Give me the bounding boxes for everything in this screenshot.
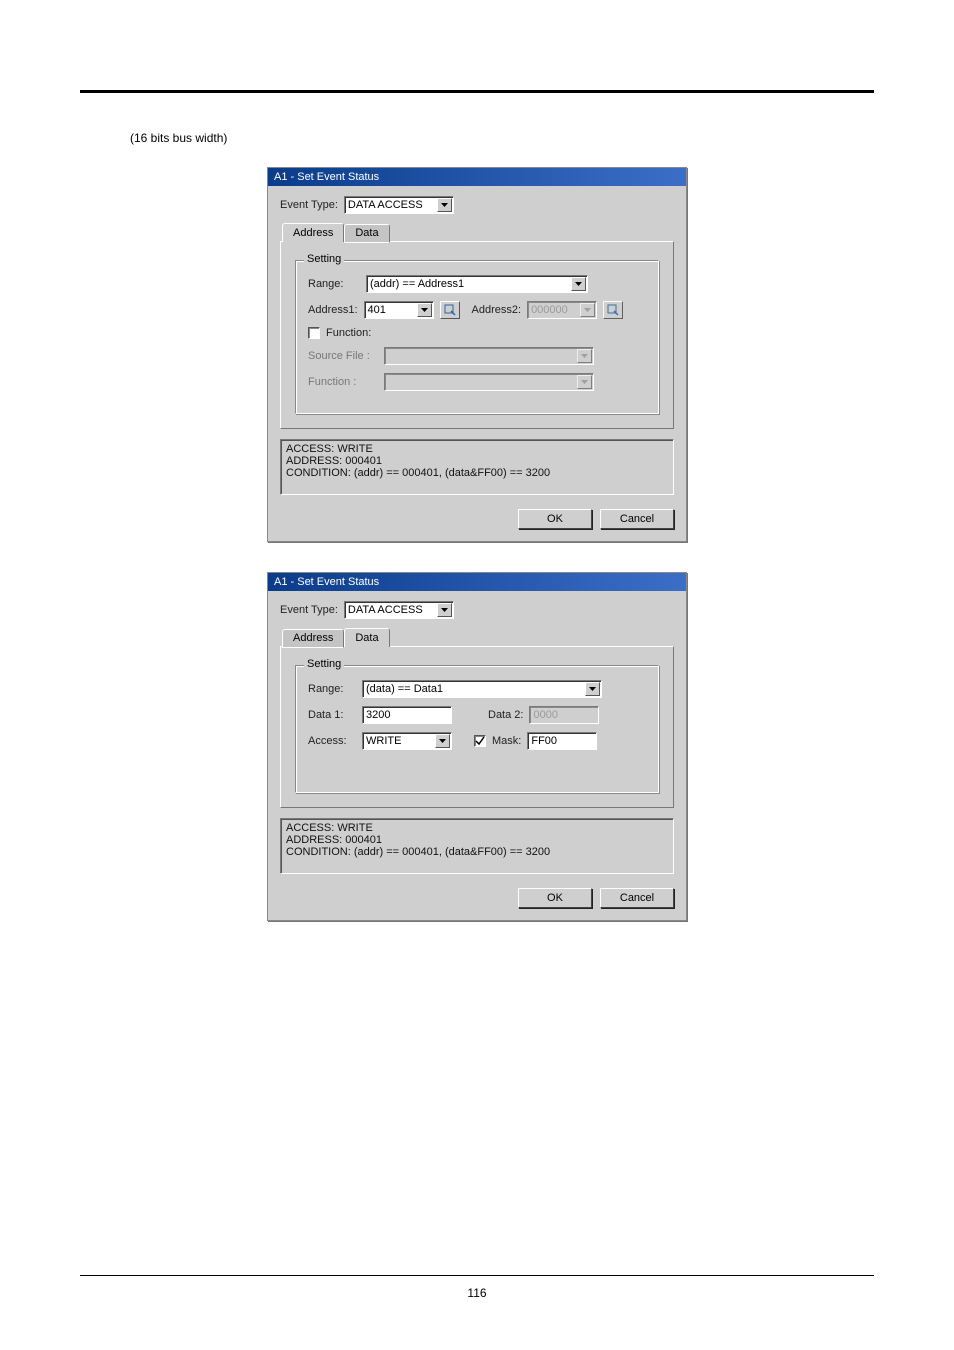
group-setting: Setting Range: (data) == Data1 D: [295, 665, 659, 793]
range-value: (data) == Data1: [366, 683, 443, 695]
data1-label: Data 1:: [308, 709, 356, 721]
data1-value: 3200: [366, 709, 390, 721]
chevron-down-icon[interactable]: [585, 682, 600, 696]
range-value: (addr) == Address1: [370, 278, 464, 290]
tab-data[interactable]: Data: [344, 224, 389, 243]
ok-button[interactable]: OK: [518, 509, 592, 529]
chevron-down-icon[interactable]: [571, 277, 586, 291]
mask-label: Mask:: [492, 735, 521, 747]
chevron-down-icon: [577, 375, 592, 389]
lookup-icon[interactable]: [440, 301, 460, 319]
dialog-set-event-status-address: A1 - Set Event Status Event Type: DATA A…: [267, 167, 687, 542]
info-line2: ADDRESS: 000401: [286, 834, 382, 846]
mask-checkbox[interactable]: [474, 735, 486, 747]
page-bottom-rule: [80, 1275, 874, 1276]
address2-label: Address2:: [472, 304, 522, 316]
address1-label: Address1:: [308, 304, 358, 316]
tab-address[interactable]: Address: [282, 629, 344, 648]
event-type-combo[interactable]: DATA ACCESS: [344, 601, 454, 619]
group-label: Setting: [304, 658, 344, 670]
function-label: Function :: [308, 376, 378, 388]
group-label: Setting: [304, 253, 344, 265]
range-label: Range:: [308, 278, 360, 290]
mask-field[interactable]: FF00: [527, 732, 597, 750]
access-label: Access:: [308, 735, 356, 747]
event-type-label: Event Type:: [280, 199, 338, 211]
chevron-down-icon[interactable]: [437, 603, 452, 617]
tab-pane-address: Setting Range: (addr) == Address1: [280, 241, 674, 429]
caption-text: (16 bits bus width): [130, 131, 874, 145]
mask-value: FF00: [531, 735, 557, 747]
address2-value: 000000: [531, 304, 568, 316]
access-value: WRITE: [366, 735, 401, 747]
info-line3: CONDITION: (addr) == 000401, (data&FF00)…: [286, 467, 550, 479]
address1-field[interactable]: 401: [364, 301, 434, 319]
page-top-rule: [80, 90, 874, 93]
address1-value: 401: [368, 304, 386, 316]
tabstrip: Address Data: [282, 222, 674, 241]
range-combo[interactable]: (addr) == Address1: [366, 275, 588, 293]
source-file-label: Source File :: [308, 350, 378, 362]
tab-data[interactable]: Data: [344, 628, 389, 647]
chevron-down-icon[interactable]: [435, 734, 450, 748]
data2-value: 0000: [533, 709, 557, 721]
event-type-combo[interactable]: DATA ACCESS: [344, 196, 454, 214]
dialog-titlebar: A1 - Set Event Status: [268, 573, 686, 591]
function-checkbox[interactable]: [308, 327, 320, 339]
event-type-value: DATA ACCESS: [348, 604, 423, 616]
event-type-label: Event Type:: [280, 604, 338, 616]
address2-field: 000000: [527, 301, 597, 319]
access-combo[interactable]: WRITE: [362, 732, 452, 750]
info-line1: ACCESS: WRITE: [286, 822, 373, 834]
cancel-button[interactable]: Cancel: [600, 509, 674, 529]
data2-label: Data 2:: [488, 709, 523, 721]
source-file-combo: [384, 347, 594, 365]
tab-pane-data: Setting Range: (data) == Data1 D: [280, 646, 674, 808]
status-info-box: ACCESS: WRITE ADDRESS: 000401 CONDITION:…: [280, 818, 674, 874]
range-combo[interactable]: (data) == Data1: [362, 680, 602, 698]
dialog-titlebar: A1 - Set Event Status: [268, 168, 686, 186]
info-line2: ADDRESS: 000401: [286, 455, 382, 467]
event-type-value: DATA ACCESS: [348, 199, 423, 211]
function-check-label: Function:: [326, 327, 371, 339]
range-label: Range:: [308, 683, 356, 695]
chevron-down-icon: [577, 349, 592, 363]
data2-field: 0000: [529, 706, 599, 724]
function-combo: [384, 373, 594, 391]
info-line3: CONDITION: (addr) == 000401, (data&FF00)…: [286, 846, 550, 858]
lookup-icon[interactable]: [603, 301, 623, 319]
page-number: 116: [80, 1286, 874, 1300]
chevron-down-icon[interactable]: [417, 303, 432, 317]
tab-address[interactable]: Address: [282, 223, 344, 242]
ok-button[interactable]: OK: [518, 888, 592, 908]
info-line1: ACCESS: WRITE: [286, 443, 373, 455]
status-info-box: ACCESS: WRITE ADDRESS: 000401 CONDITION:…: [280, 439, 674, 495]
dialog-set-event-status-data: A1 - Set Event Status Event Type: DATA A…: [267, 572, 687, 921]
tabstrip: Address Data: [282, 627, 674, 646]
data1-field[interactable]: 3200: [362, 706, 452, 724]
chevron-down-icon[interactable]: [437, 198, 452, 212]
cancel-button[interactable]: Cancel: [600, 888, 674, 908]
group-setting: Setting Range: (addr) == Address1: [295, 260, 659, 414]
chevron-down-icon: [580, 303, 595, 317]
